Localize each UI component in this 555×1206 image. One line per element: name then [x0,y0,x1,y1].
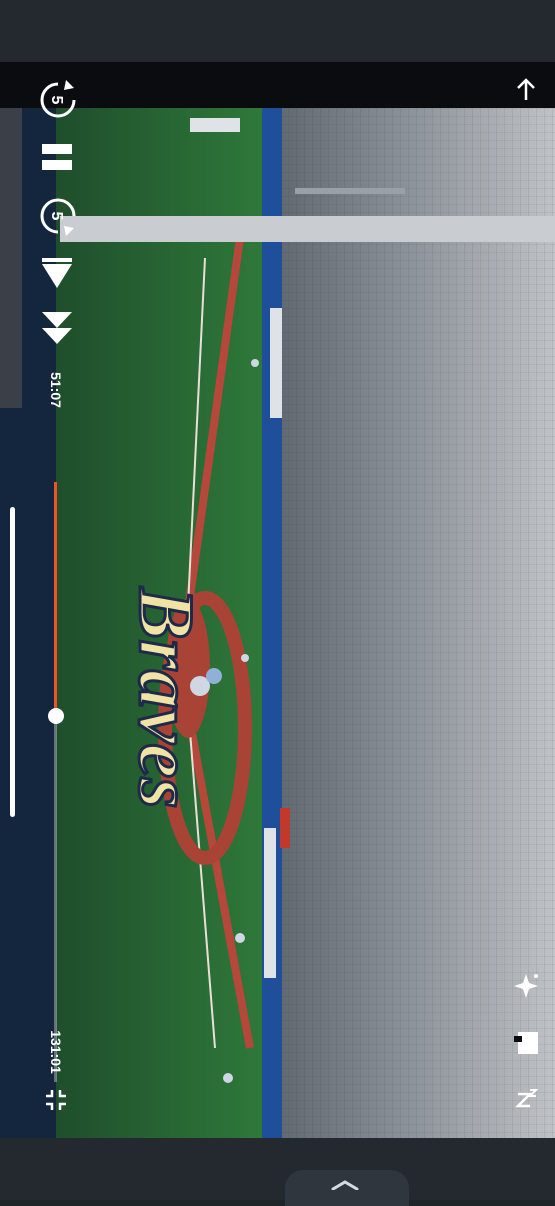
seek-bar-played [54,482,57,716]
rewind-5-icon[interactable]: 5 [38,80,78,120]
field-logo: Braves [123,587,210,809]
back-arrow-icon[interactable] [514,78,538,102]
current-time: 51:07 [48,372,64,408]
baseball-field-scene: Braves [0,108,555,1138]
pause-icon[interactable] [40,140,74,174]
sparkle-icon[interactable] [512,972,540,1000]
sleep-icon[interactable] [514,1088,540,1114]
forward-5-icon[interactable]: 5 [38,196,78,236]
caption-icon[interactable] [514,1030,540,1056]
volume-slider[interactable] [10,507,15,817]
total-time: 131:01 [48,1030,64,1074]
video-frame[interactable]: Braves [0,108,555,1138]
status-bar [0,0,555,62]
seek-thumb[interactable] [48,708,64,724]
home-handle[interactable] [285,1170,409,1206]
seek-bar[interactable] [48,482,64,1082]
chevron-up-icon [331,1180,359,1190]
exit-fullscreen-icon[interactable] [44,1088,68,1112]
navigation-bar [0,1138,555,1200]
rewind-seconds: 5 [48,96,65,105]
fast-forward-icon[interactable] [40,310,74,346]
skip-next-icon[interactable] [40,256,74,290]
forward-seconds: 5 [48,212,65,221]
video-player[interactable]: Braves 5 5 51:07 131:01 [0,62,555,1138]
volume-level [10,507,15,817]
